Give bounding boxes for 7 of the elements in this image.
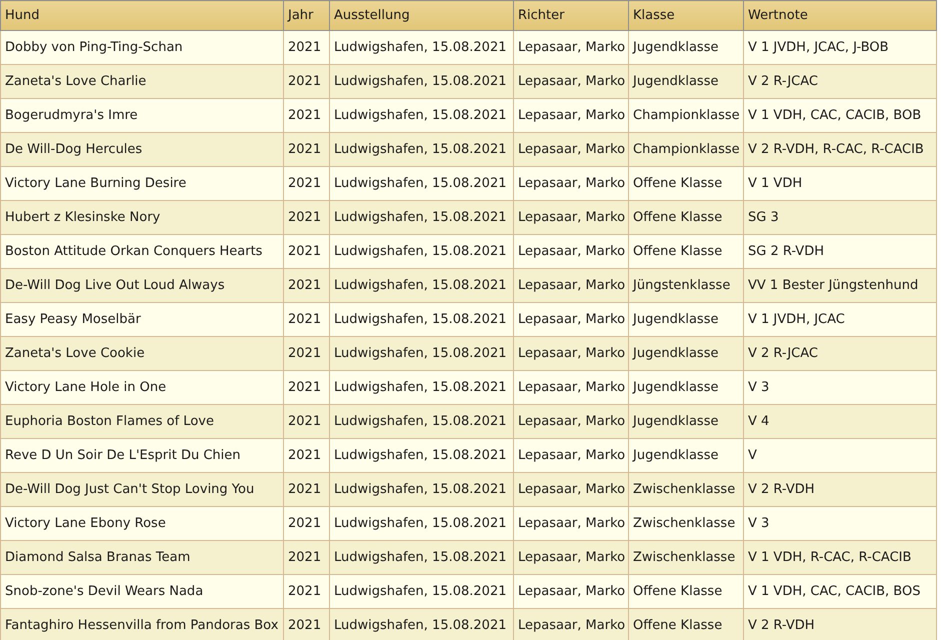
column-header: Hund (0, 0, 284, 30)
column-header: Klasse (628, 0, 744, 30)
table-cell: Fantaghiro Hessenvilla from Pandoras Box (0, 608, 284, 640)
column-header: Jahr (284, 0, 330, 30)
column-header: Ausstellung (330, 0, 514, 30)
column-header: Richter (514, 0, 628, 30)
column-header: Wertnote (744, 0, 936, 30)
